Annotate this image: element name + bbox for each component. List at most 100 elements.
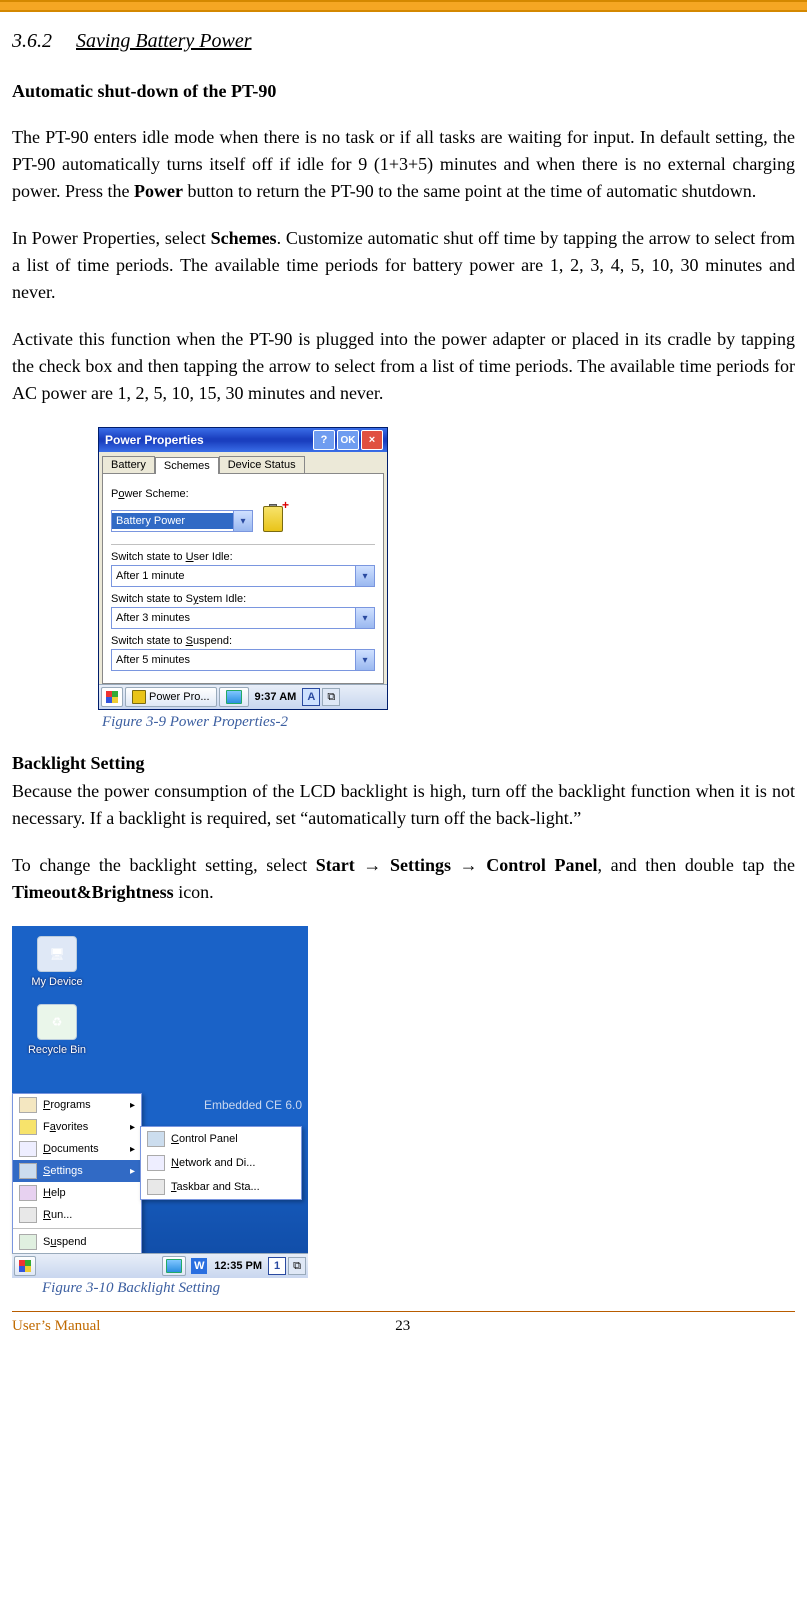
figure-3-10: 🖥 My Device ♻ Recycle Bin Embedded CE 6.… (12, 926, 795, 1297)
desktop-taskbar: W 12:35 PM 1 ⧉ (12, 1253, 308, 1278)
ok-button[interactable]: OK (337, 430, 359, 450)
start-programs[interactable]: Programs ▸ (13, 1094, 141, 1116)
taskbar-clock: 12:35 PM (214, 1260, 262, 1272)
chevron-right-icon: ▸ (130, 1122, 135, 1133)
tray-windows-icon[interactable]: ⧉ (322, 688, 340, 706)
run-icon (19, 1207, 37, 1223)
start-help[interactable]: Help (13, 1182, 141, 1204)
system-idle-label: Switch state to System Idle: (111, 593, 375, 605)
bold-schemes: Schemes (211, 228, 277, 248)
taskbar-clock: 9:37 AM (255, 691, 297, 703)
paragraph-3: Activate this function when the PT-90 is… (12, 326, 795, 407)
chevron-down-icon[interactable]: ▾ (355, 608, 374, 628)
help-icon (19, 1185, 37, 1201)
chevron-down-icon[interactable]: ▾ (355, 650, 374, 670)
start-menu: Programs ▸ Favorites ▸ Documents ▸ Setti… (12, 1093, 142, 1254)
submenu-control-panel[interactable]: Control Panel (141, 1127, 301, 1151)
tab-battery[interactable]: Battery (102, 456, 155, 473)
paragraph-4: Because the power consumption of the LCD… (12, 778, 795, 832)
start-documents[interactable]: Documents ▸ (13, 1138, 141, 1160)
chevron-right-icon: ▸ (130, 1144, 135, 1155)
tabs-row: Battery Schemes Device Status (99, 452, 387, 473)
page-top-rule (0, 0, 807, 12)
page-footer: User’s Manual 23 (12, 1318, 795, 1335)
ce-watermark: Embedded CE 6.0 (204, 1098, 302, 1112)
network-icon (147, 1155, 165, 1171)
battery-icon: + (259, 500, 285, 532)
paragraph-5: To change the backlight setting, select … (12, 852, 795, 906)
taskbar-settings-icon (147, 1179, 165, 1195)
recycle-icon: ♻ (37, 1004, 77, 1040)
subheading-backlight: Backlight Setting (12, 753, 795, 774)
user-idle-combo[interactable]: After 1 minute ▾ (111, 565, 375, 587)
footer-rule (12, 1311, 795, 1312)
suspend-combo[interactable]: After 5 minutes ▾ (111, 649, 375, 671)
paragraph-2: In Power Properties, select Schemes. Cus… (12, 225, 795, 306)
window-titlebar[interactable]: Power Properties ? OK × (99, 428, 387, 452)
divider (111, 544, 375, 545)
help-button[interactable]: ? (313, 430, 335, 450)
start-button[interactable] (101, 687, 123, 707)
submenu-network[interactable]: Network and Di... (141, 1151, 301, 1175)
recycle-bin-icon[interactable]: ♻ Recycle Bin (22, 1004, 92, 1056)
taskbar-app-power[interactable]: Power Pro... (125, 687, 217, 707)
tab-device-status[interactable]: Device Status (219, 456, 305, 473)
window-title: Power Properties (105, 433, 204, 447)
section-number: 3.6.2 (12, 30, 52, 53)
control-panel-icon (147, 1131, 165, 1147)
section-header: 3.6.2 Saving Battery Power (12, 30, 795, 53)
section-title: Saving Battery Power (76, 30, 252, 53)
start-button[interactable] (14, 1256, 36, 1276)
chevron-right-icon: ▸ (130, 1100, 135, 1111)
windows-flag-icon (19, 1260, 31, 1272)
close-button[interactable]: × (361, 430, 383, 450)
system-idle-value: After 3 minutes (112, 610, 355, 626)
ime-indicator[interactable]: A (302, 688, 320, 706)
show-desktop-button[interactable] (162, 1256, 186, 1276)
suspend-value: After 5 minutes (112, 652, 355, 668)
start-favorites[interactable]: Favorites ▸ (13, 1116, 141, 1138)
tray-word-icon[interactable]: W (191, 1258, 207, 1274)
footer-title: User’s Manual (12, 1318, 100, 1335)
start-suspend[interactable]: Suspend (13, 1231, 141, 1253)
power-scheme-label: Power Scheme: (111, 488, 375, 500)
start-settings[interactable]: Settings ▸ (13, 1160, 141, 1182)
chevron-down-icon[interactable]: ▾ (355, 566, 374, 586)
footer-page-number: 23 (100, 1318, 705, 1335)
text: In Power Properties, select (12, 228, 211, 248)
menu-separator (13, 1228, 141, 1229)
desktop-icons: 🖥 My Device ♻ Recycle Bin (22, 936, 92, 1072)
system-idle-combo[interactable]: After 3 minutes ▾ (111, 607, 375, 629)
ime-indicator[interactable]: 1 (268, 1257, 286, 1275)
taskbar-app-label: Power Pro... (149, 691, 210, 703)
settings-icon (19, 1163, 37, 1179)
power-properties-window: Power Properties ? OK × Battery Schemes … (98, 427, 388, 710)
star-icon (19, 1119, 37, 1135)
settings-submenu: Control Panel Network and Di... Taskbar … (140, 1126, 302, 1200)
windows-flag-icon (106, 691, 118, 703)
my-device-icon[interactable]: 🖥 My Device (22, 936, 92, 988)
power-scheme-combo[interactable]: Battery Power ▾ (111, 510, 253, 532)
computer-icon: 🖥 (37, 936, 77, 972)
desktop-icon (166, 1259, 182, 1273)
tab-schemes[interactable]: Schemes (155, 457, 219, 474)
documents-icon (19, 1141, 37, 1157)
user-idle-value: After 1 minute (112, 568, 355, 584)
submenu-taskbar[interactable]: Taskbar and Sta... (141, 1175, 301, 1199)
bold-power: Power (134, 181, 183, 201)
paragraph-1: The PT-90 enters idle mode when there is… (12, 124, 795, 205)
figure-3-10-caption: Figure 3-10 Backlight Setting (42, 1280, 795, 1297)
user-idle-label: Switch state to User Idle: (111, 551, 375, 563)
tray-windows-icon[interactable]: ⧉ (288, 1257, 306, 1275)
suspend-icon (19, 1234, 37, 1250)
text: button to return the PT-90 to the same p… (183, 181, 756, 201)
chevron-down-icon[interactable]: ▾ (233, 511, 252, 531)
taskbar: Power Pro... 9:37 AM A ⧉ (99, 684, 387, 709)
folder-icon (19, 1097, 37, 1113)
desktop-icon (226, 690, 242, 704)
battery-small-icon (132, 690, 146, 704)
schemes-panel: Power Scheme: Battery Power ▾ + Switch (102, 473, 384, 684)
start-run[interactable]: Run... (13, 1204, 141, 1226)
show-desktop-button[interactable] (219, 687, 249, 707)
figure-3-9-caption: Figure 3-9 Power Properties-2 (102, 714, 795, 731)
